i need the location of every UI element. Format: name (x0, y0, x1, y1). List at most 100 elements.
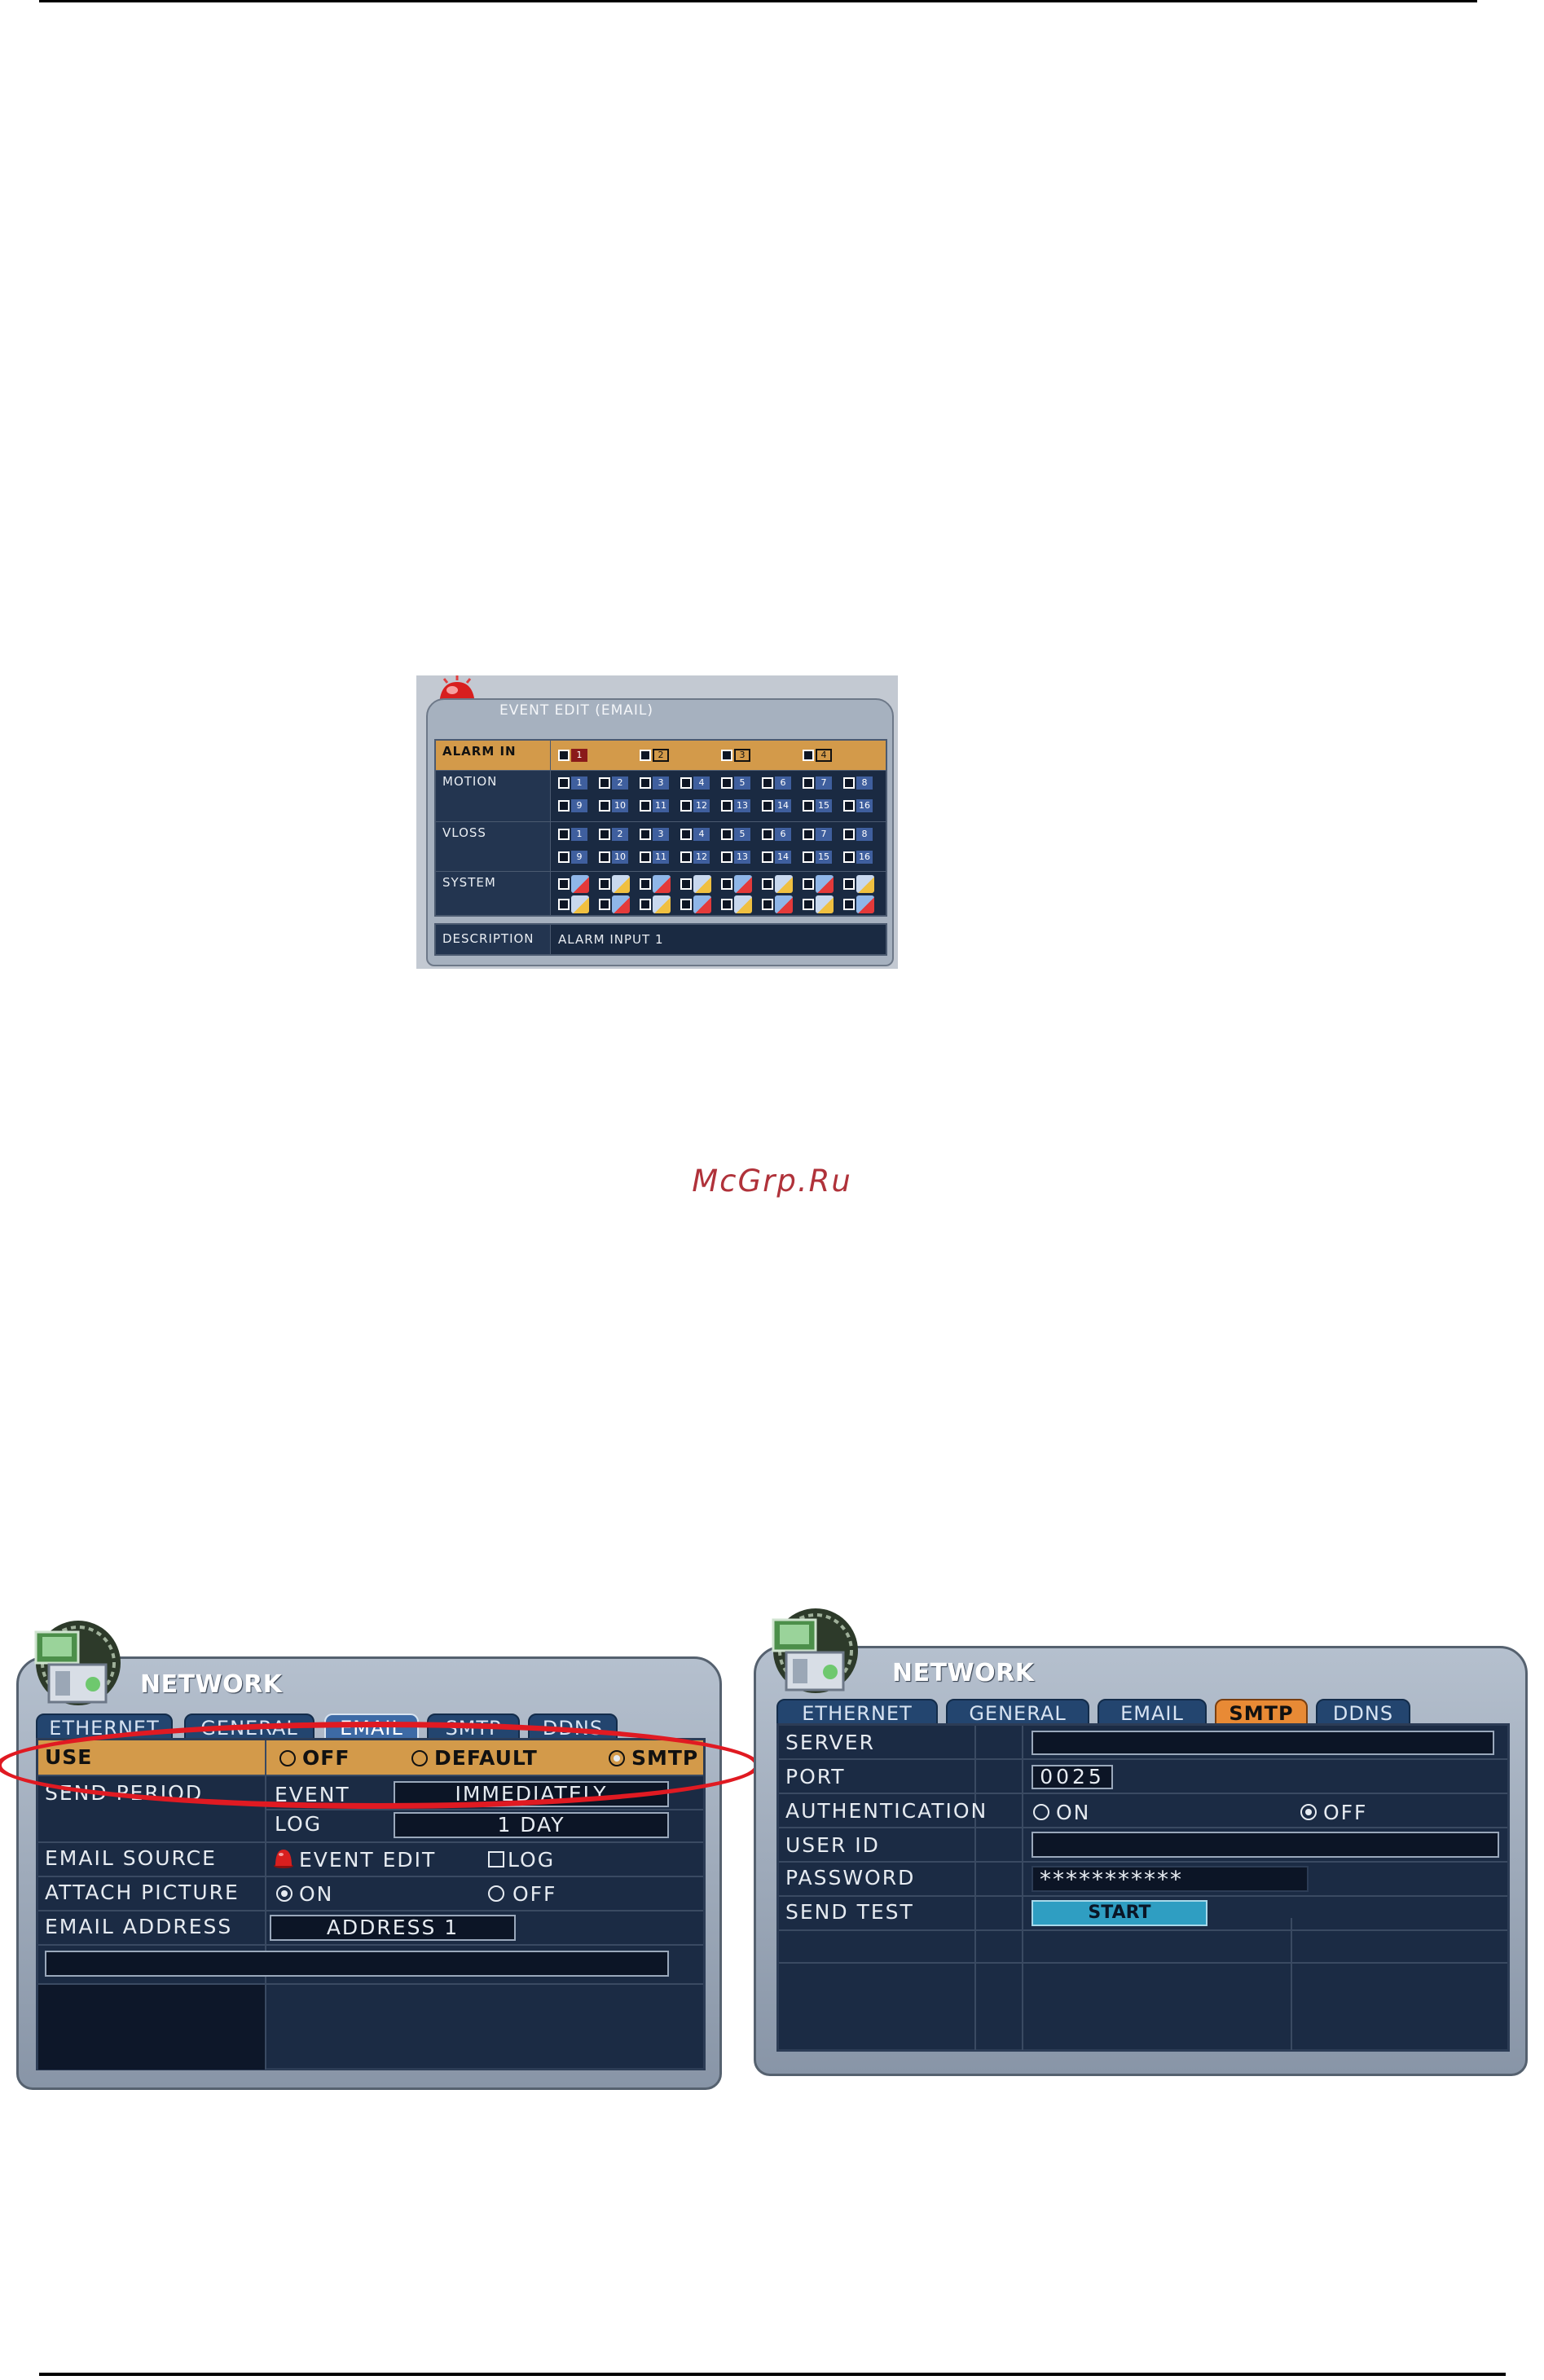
vloss-checkbox[interactable] (803, 829, 814, 840)
motion-checkbox[interactable] (599, 800, 610, 812)
start-button[interactable]: START (1032, 1900, 1207, 1926)
motion-checkbox[interactable] (558, 800, 570, 812)
vloss-checkbox[interactable] (843, 851, 855, 863)
motion-checkbox[interactable] (803, 800, 814, 812)
system-checkbox[interactable] (680, 899, 692, 910)
vloss-checkbox[interactable] (680, 851, 692, 863)
system-event-icon (653, 895, 671, 913)
system-event-icon (693, 875, 711, 893)
grid-line (779, 1793, 1507, 1794)
system-checkbox[interactable] (762, 899, 773, 910)
tab-ethernet[interactable]: ETHERNET (776, 1699, 938, 1725)
tab-ddns[interactable]: DDNS (1316, 1699, 1410, 1725)
vloss-checkbox[interactable] (680, 829, 692, 840)
motion-checkbox[interactable] (762, 777, 773, 789)
vloss-checkbox[interactable] (558, 829, 570, 840)
grid-line (38, 1910, 703, 1911)
system-event-icon (571, 895, 589, 913)
system-checkbox[interactable] (843, 899, 855, 910)
motion-checkbox[interactable] (640, 800, 651, 812)
system-checkbox[interactable] (762, 878, 773, 890)
network-email-panel: NETWORK ETHERNET GENERAL EMAIL SMTP DDNS… (16, 1617, 722, 2090)
password-label: PASSWORD (785, 1866, 916, 1889)
vloss-checkbox[interactable] (721, 851, 732, 863)
grid-line (38, 1841, 703, 1843)
network-email-title: NETWORK (140, 1670, 283, 1699)
system-checkbox[interactable] (803, 878, 814, 890)
motion-checkbox[interactable] (680, 800, 692, 812)
auth-on-radio[interactable] (1033, 1804, 1049, 1820)
system-checkbox[interactable] (558, 899, 570, 910)
vloss-checkbox[interactable] (640, 829, 651, 840)
attach-off-radio[interactable] (488, 1885, 504, 1902)
attach-on-radio[interactable] (276, 1885, 293, 1902)
vloss-checkbox[interactable] (762, 829, 773, 840)
vloss-channel-number: 3 (653, 828, 669, 841)
vloss-channel-number: 13 (734, 851, 750, 864)
watermark-text: McGrp.Ru (692, 1164, 852, 1199)
port-input[interactable]: 0025 (1032, 1765, 1113, 1789)
tab-email[interactable]: EMAIL (1098, 1699, 1207, 1725)
grid-line (779, 1962, 1507, 1964)
system-event-icon (653, 875, 671, 893)
alarm-in-checkbox[interactable] (640, 750, 651, 761)
email-source-log-checkbox[interactable] (488, 1851, 504, 1867)
password-input[interactable]: *********** (1032, 1866, 1309, 1892)
motion-checkbox[interactable] (762, 800, 773, 812)
system-checkbox[interactable] (599, 878, 610, 890)
auth-off-radio[interactable] (1300, 1804, 1317, 1820)
description-label: DESCRIPTION (436, 925, 551, 954)
system-checkbox[interactable] (558, 878, 570, 890)
motion-label: MOTION (436, 771, 551, 821)
motion-checkbox[interactable] (599, 777, 610, 789)
tab-general[interactable]: GENERAL (946, 1699, 1089, 1725)
vloss-channel-number: 1 (571, 828, 587, 841)
email-address-input[interactable] (45, 1951, 669, 1977)
grid-line (779, 1895, 1507, 1897)
system-checkbox[interactable] (721, 899, 732, 910)
alarm-in-number: 3 (734, 749, 750, 762)
system-checkbox[interactable] (680, 878, 692, 890)
motion-checkbox[interactable] (640, 777, 651, 789)
vloss-checkbox[interactable] (640, 851, 651, 863)
vloss-checkbox[interactable] (599, 851, 610, 863)
vloss-checkbox[interactable] (558, 851, 570, 863)
system-checkbox[interactable] (721, 878, 732, 890)
vloss-checkbox[interactable] (843, 829, 855, 840)
alarm-in-checkbox[interactable] (803, 750, 814, 761)
alarm-in-checkbox[interactable] (721, 750, 732, 761)
system-event-icon (612, 895, 630, 913)
user-id-input[interactable] (1032, 1832, 1499, 1858)
motion-checkbox[interactable] (721, 777, 732, 789)
motion-checkbox[interactable] (680, 777, 692, 789)
email-address-select[interactable]: ADDRESS 1 (270, 1915, 516, 1941)
motion-checkbox[interactable] (558, 777, 570, 789)
system-checkbox[interactable] (803, 899, 814, 910)
motion-checkbox[interactable] (843, 800, 855, 812)
log-period-field[interactable]: 1 DAY (394, 1812, 669, 1838)
motion-checkbox[interactable] (803, 777, 814, 789)
vloss-checkbox[interactable] (762, 851, 773, 863)
description-value[interactable]: ALARM INPUT 1 (558, 932, 664, 947)
vloss-channel-number: 14 (775, 851, 791, 864)
tab-smtp[interactable]: SMTP (1215, 1699, 1308, 1725)
motion-checkbox[interactable] (721, 800, 732, 812)
server-input[interactable] (1032, 1731, 1494, 1755)
system-label: SYSTEM (436, 872, 551, 915)
event-edit-grid: ALARM IN 1234 MOTION 1 2 3 4 5 6 7 8 9 10 11 12 13 14… (434, 739, 887, 917)
vloss-channel-number: 5 (734, 828, 750, 841)
email-source-event-edit[interactable]: EVENT EDIT (299, 1848, 436, 1872)
motion-row: MOTION 1 2 3 4 5 6 7 8 9 10 11 12 13 14 15 16 (436, 771, 886, 822)
vloss-checkbox[interactable] (803, 851, 814, 863)
system-checkbox[interactable] (599, 899, 610, 910)
system-checkbox[interactable] (843, 878, 855, 890)
vloss-checkbox[interactable] (599, 829, 610, 840)
motion-checkbox[interactable] (843, 777, 855, 789)
system-checkbox[interactable] (640, 878, 651, 890)
description-row: DESCRIPTION ALARM INPUT 1 (434, 923, 887, 956)
vloss-checkbox[interactable] (721, 829, 732, 840)
motion-channel-number: 14 (775, 799, 791, 812)
system-checkbox[interactable] (640, 899, 651, 910)
alarm-in-checkbox[interactable] (558, 750, 570, 761)
vloss-channel-number: 7 (816, 828, 832, 841)
